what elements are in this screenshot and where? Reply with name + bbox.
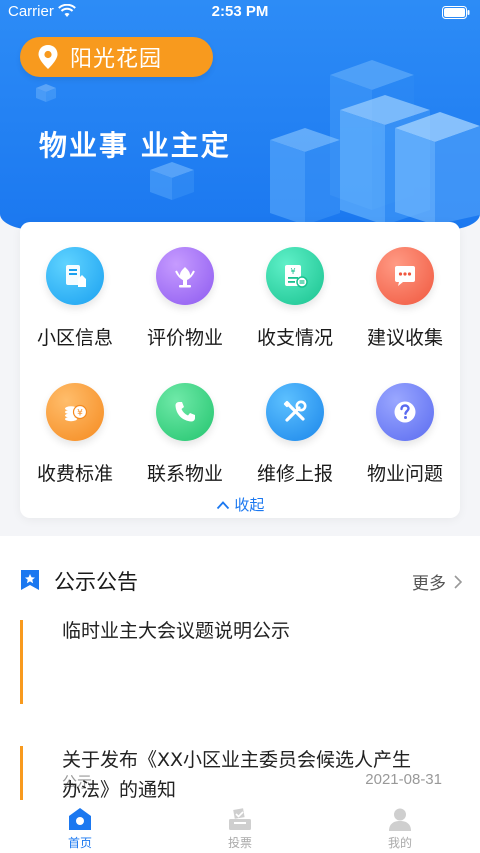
phone-icon [156,383,214,441]
notice-title: 临时业主大会议题说明公示 [62,620,291,642]
status-bar: Carrier 2:53 PM [0,0,480,26]
battery-icon [442,6,470,19]
notice-title: 关于发布《XX小区业主委员会候选人产生办法》的通知 [62,749,412,801]
chat-icon [376,247,434,305]
svg-text:¥: ¥ [77,409,83,419]
collapse-label: 收起 [234,496,265,514]
collapse-toggle[interactable]: 收起 [20,494,460,515]
chevron-up-icon [216,501,229,510]
tab-label: 投票 [227,836,252,850]
tab-home[interactable]: 首页 [0,800,160,853]
menu-label: 评价物业 [146,327,223,349]
location-pin-icon [38,45,58,69]
notice-accent-bar [20,746,23,806]
menu-item-community-info[interactable]: 小区信息 [20,247,130,383]
header-banner: Carrier 2:53 PM 阳光花园 物业事 业主定 [0,0,480,230]
city-cubes-illustration [36,60,480,225]
menu-item-suggestions[interactable]: 建议收集 [350,247,460,383]
menu-item-rate-property[interactable]: 评价物业 [130,247,240,383]
rate-icon [156,247,214,305]
more-label: 更多 [412,574,446,594]
bookmark-star-icon [21,570,39,590]
location-name: 阳光花园 [70,47,163,72]
feature-grid: 小区信息 评价物业 ¥ 收支情况 建议收集 ¥ 收费标准 联系物业 维修上报 物… [20,247,460,519]
notice-item[interactable]: 临时业主大会议题说明公示 公示 2021-08-31 [0,620,480,791]
tab-vote[interactable]: 投票 [160,800,320,853]
tab-profile[interactable]: 我的 [320,800,480,853]
feature-menu-card: 小区信息 评价物业 ¥ 收支情况 建议收集 ¥ 收费标准 联系物业 维修上报 物… [20,222,460,518]
community-info-icon [46,247,104,305]
svg-text:¥: ¥ [290,267,295,276]
tab-label: 首页 [67,836,92,850]
finance-icon: ¥ [266,247,324,305]
notice-section: 公示公告 更多 临时业主大会议题说明公示 公示 2021-08-31 关于发布《… [0,536,480,816]
notice-header: 公示公告 更多 [0,536,480,624]
section-title: 公示公告 [54,570,138,594]
tab-label: 我的 [387,836,412,850]
vote-icon [229,808,251,830]
status-time: 2:53 PM [211,3,269,20]
menu-label: 建议收集 [366,327,443,349]
profile-icon [389,808,411,831]
more-link[interactable]: 更多 [412,569,462,594]
menu-label: 收费标准 [36,463,113,485]
menu-label: 小区信息 [36,327,113,349]
menu-label: 联系物业 [146,463,223,485]
menu-item-finance[interactable]: ¥ 收支情况 [240,247,350,383]
notice-accent-bar [20,620,23,704]
menu-label: 收支情况 [256,327,333,349]
menu-label: 物业问题 [366,463,443,485]
question-icon [376,383,434,441]
slogan: 物业事 业主定 [39,129,231,162]
coins-icon: ¥ [46,383,104,441]
location-selector[interactable]: 阳光花园 [20,37,213,77]
tools-icon [266,383,324,441]
menu-label: 维修上报 [256,463,333,485]
home-icon [69,808,91,830]
tab-bar: 首页 投票 我的 [0,800,480,853]
chevron-right-icon [454,574,462,589]
